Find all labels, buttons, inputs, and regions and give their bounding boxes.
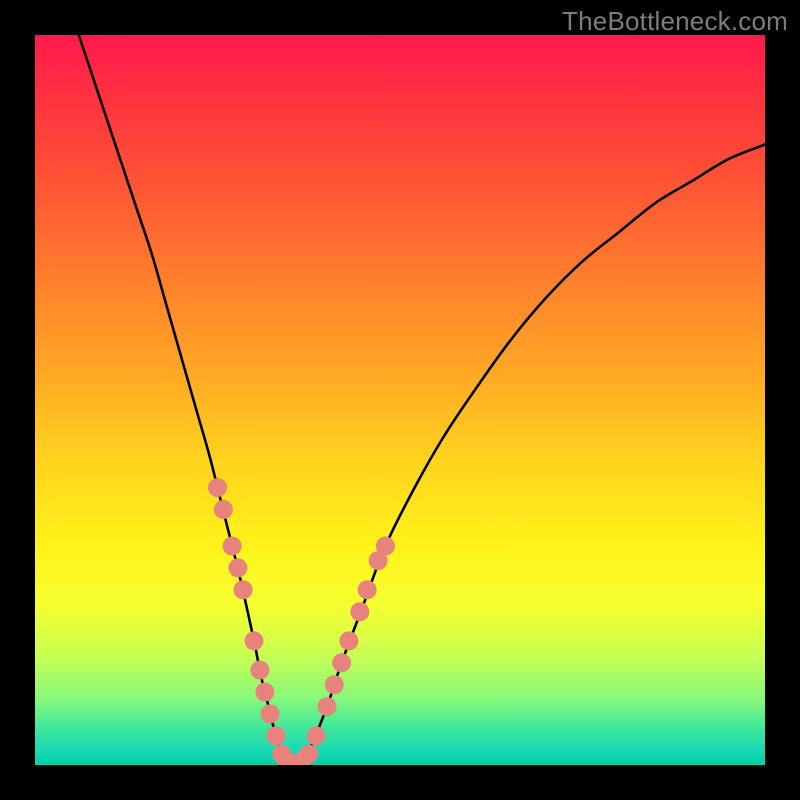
bottleneck-curve bbox=[79, 35, 765, 765]
highlight-dot bbox=[299, 745, 318, 764]
plot-area bbox=[35, 35, 765, 765]
highlight-dot bbox=[325, 675, 344, 694]
highlight-dot bbox=[266, 726, 285, 745]
highlight-dot bbox=[228, 558, 247, 577]
highlight-dot bbox=[339, 631, 358, 650]
chart-frame: TheBottleneck.com bbox=[0, 0, 800, 800]
highlight-dot bbox=[261, 704, 280, 723]
watermark-text: TheBottleneck.com bbox=[562, 6, 788, 37]
chart-svg bbox=[35, 35, 765, 765]
highlight-dot bbox=[250, 661, 269, 680]
highlight-dot bbox=[332, 653, 351, 672]
highlight-dot bbox=[255, 683, 274, 702]
highlight-dots bbox=[208, 478, 395, 765]
highlight-dot bbox=[350, 602, 369, 621]
highlight-dot bbox=[307, 726, 326, 745]
highlight-dot bbox=[358, 580, 377, 599]
highlight-dot bbox=[234, 580, 253, 599]
highlight-dot bbox=[214, 500, 233, 519]
highlight-dot bbox=[208, 478, 227, 497]
highlight-dot bbox=[376, 537, 395, 556]
highlight-dot bbox=[318, 697, 337, 716]
highlight-dot bbox=[245, 631, 264, 650]
highlight-dot bbox=[223, 537, 242, 556]
